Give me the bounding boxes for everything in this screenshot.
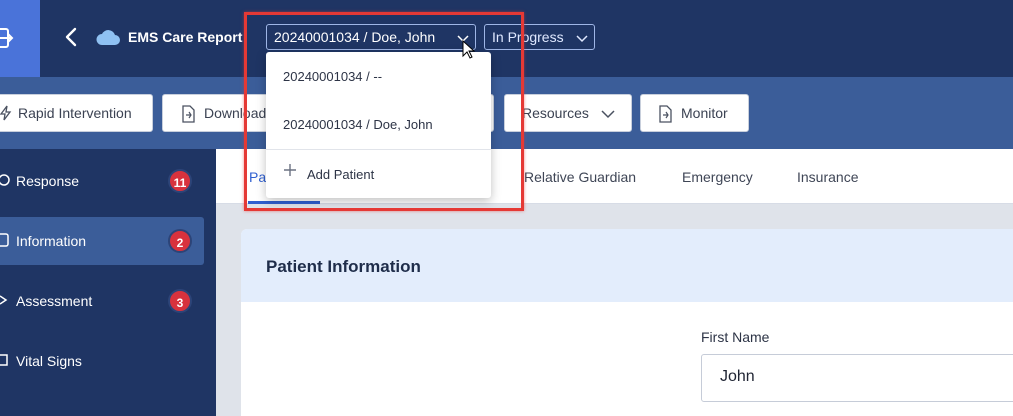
app-title: EMS Care Report xyxy=(128,29,243,45)
document-icon xyxy=(182,105,195,123)
sidebar: Response 11 Information 2 Assessment 3 V… xyxy=(0,149,216,416)
chevron-down-icon xyxy=(576,35,588,43)
document-icon xyxy=(659,105,672,123)
rapid-intervention-button[interactable]: Rapid Intervention xyxy=(0,94,153,132)
sidebar-item-response[interactable]: Response 11 xyxy=(0,157,204,205)
sidebar-item-vital-signs[interactable]: Vital Signs xyxy=(0,337,204,385)
chevron-down-icon xyxy=(601,110,615,119)
back-chevron-icon[interactable] xyxy=(62,26,82,48)
sidebar-item-label: Response xyxy=(16,173,80,189)
sidebar-item-label: Information xyxy=(16,233,87,249)
sidebar-item-information[interactable]: Information 2 xyxy=(0,217,204,265)
first-name-label: First Name xyxy=(701,329,770,345)
patient-information-card: Patient Information First Name John xyxy=(241,229,1013,416)
tab-relative-guardian[interactable]: Relative Guardian xyxy=(524,169,636,185)
monitor-label: Monitor xyxy=(681,105,728,121)
rapid-intervention-label: Rapid Intervention xyxy=(18,105,132,121)
response-icon xyxy=(0,174,10,186)
lightning-icon xyxy=(0,105,12,121)
tab-emergency[interactable]: Emergency xyxy=(682,169,753,185)
cloud-icon xyxy=(95,28,121,51)
count-badge: 11 xyxy=(168,169,192,193)
tab-insurance[interactable]: Insurance xyxy=(797,169,858,185)
highlight-box xyxy=(244,12,524,211)
sidebar-item-assessment[interactable]: Assessment 3 xyxy=(0,277,204,325)
first-name-field[interactable]: John xyxy=(701,354,1013,402)
menu-exit-icon xyxy=(0,28,14,48)
app-menu-button[interactable] xyxy=(0,0,40,77)
count-badge: 3 xyxy=(168,289,192,313)
vitals-icon xyxy=(0,354,8,366)
sidebar-item-label: Vital Signs xyxy=(16,353,82,369)
mouse-cursor-icon xyxy=(462,39,476,65)
assessment-icon xyxy=(0,295,8,305)
resources-label: Resources xyxy=(522,105,589,121)
count-badge: 2 xyxy=(168,229,192,253)
monitor-button[interactable]: Monitor xyxy=(640,94,749,132)
sidebar-item-label: Assessment xyxy=(16,293,93,309)
card-title: Patient Information xyxy=(266,257,421,276)
info-icon xyxy=(0,233,9,247)
